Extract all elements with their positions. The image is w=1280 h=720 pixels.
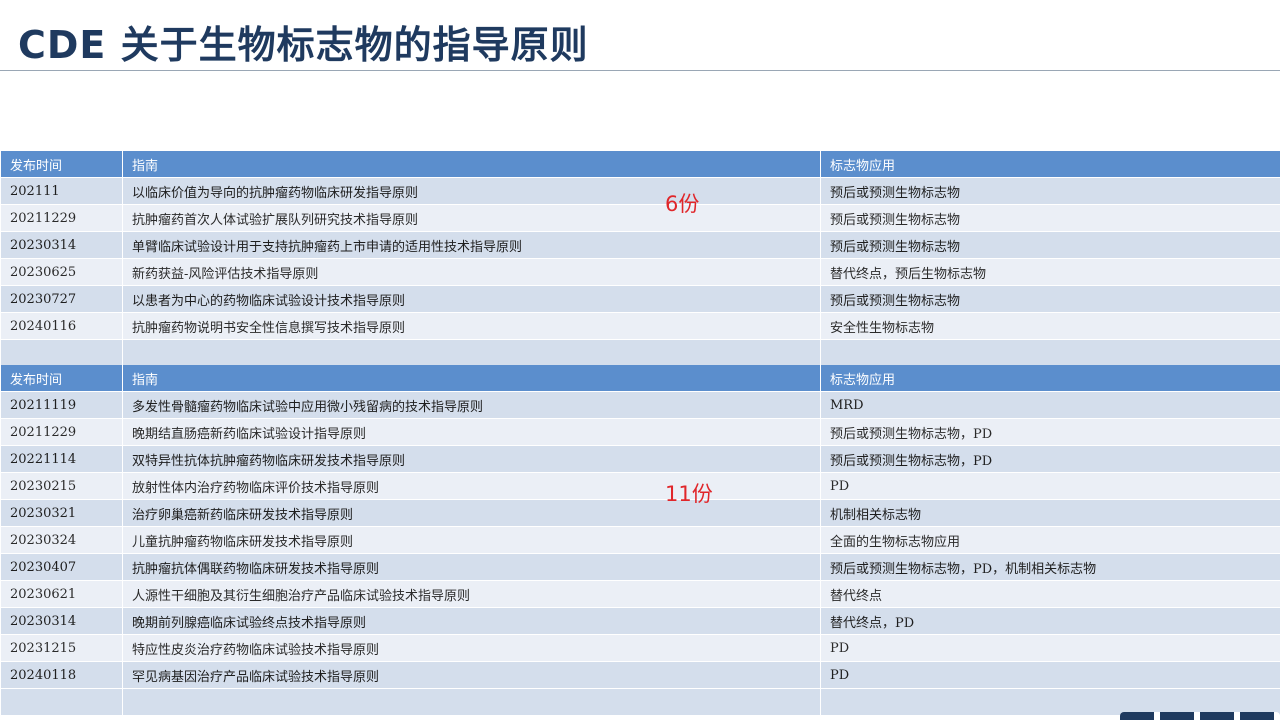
cell-application: 替代终点 xyxy=(820,580,1280,608)
table-row: 20240116 抗肿瘤药物说明书安全性信息撰写技术指导原则 安全性生物标志物 xyxy=(0,312,1280,340)
header-guide: 指南 xyxy=(122,365,821,392)
cell-guide: 儿童抗肿瘤药物临床研发技术指导原则 xyxy=(122,526,821,554)
table-header-row: 发布时间 指南 标志物应用 xyxy=(0,365,1280,392)
blank-row xyxy=(0,688,1280,716)
cell-guide: 治疗卵巢癌新药临床研发技术指导原则 xyxy=(122,499,821,527)
header-application: 标志物应用 xyxy=(820,365,1280,392)
blank-cell xyxy=(122,688,821,716)
title-divider xyxy=(0,70,1280,71)
cell-guide: 抗肿瘤药首次人体试验扩展队列研究技术指导原则 xyxy=(122,204,821,232)
cell-date: 20230321 xyxy=(0,499,123,527)
count-annotation-top: 6份 xyxy=(665,192,700,216)
blank-row xyxy=(0,339,1280,367)
table-row: 20211119 多发性骨髓瘤药物临床试验中应用微小残留病的技术指导原则 MRD xyxy=(0,391,1280,419)
cell-application: 预后或预测生物标志物，PD，机制相关标志物 xyxy=(820,553,1280,581)
cell-guide: 以临床价值为导向的抗肿瘤药物临床研发指导原则 xyxy=(122,177,821,205)
cell-application: 全面的生物标志物应用 xyxy=(820,526,1280,554)
header-application: 标志物应用 xyxy=(820,151,1280,178)
table-header-row: 发布时间 指南 标志物应用 xyxy=(0,151,1280,178)
header-date: 发布时间 xyxy=(0,151,123,178)
table-row: 20230625 新药获益-风险评估技术指导原则 替代终点，预后生物标志物 xyxy=(0,258,1280,286)
cell-guide: 人源性干细胞及其衍生细胞治疗产品临床试验技术指导原则 xyxy=(122,580,821,608)
table-1-body: 202111 以临床价值为导向的抗肿瘤药物临床研发指导原则 预后或预测生物标志物 20… xyxy=(0,177,1280,367)
cell-application: 替代终点，预后生物标志物 xyxy=(820,258,1280,286)
table-row: 20230407 抗肿瘤抗体偶联药物临床研发技术指导原则 预后或预测生物标志物，PD… xyxy=(0,553,1280,581)
cell-date: 20230625 xyxy=(0,258,123,286)
cell-application: 预后或预测生物标志物 xyxy=(820,204,1280,232)
cell-application: PD xyxy=(820,472,1280,500)
table-row: 202111 以临床价值为导向的抗肿瘤药物临床研发指导原则 预后或预测生物标志物 xyxy=(0,177,1280,205)
page-title: CDE 关于生物标志物的指导原则 xyxy=(18,23,589,67)
cell-application: 预后或预测生物标志物 xyxy=(820,177,1280,205)
cell-guide: 多发性骨髓瘤药物临床试验中应用微小残留病的技术指导原则 xyxy=(122,391,821,419)
cell-application: PD xyxy=(820,661,1280,689)
cell-date: 20230621 xyxy=(0,580,123,608)
cell-guide: 晚期前列腺癌临床试验终点技术指导原则 xyxy=(122,607,821,635)
cell-guide: 单臂临床试验设计用于支持抗肿瘤药上市申请的适用性技术指导原则 xyxy=(122,231,821,259)
cell-date: 20211229 xyxy=(0,204,123,232)
table-row: 20230314 晚期前列腺癌临床试验终点技术指导原则 替代终点，PD xyxy=(0,607,1280,635)
table-row: 20230621 人源性干细胞及其衍生细胞治疗产品临床试验技术指导原则 替代终点 xyxy=(0,580,1280,608)
table-2-body: 20211119 多发性骨髓瘤药物临床试验中应用微小残留病的技术指导原则 MRD 20… xyxy=(0,391,1280,716)
cell-date: 20230314 xyxy=(0,607,123,635)
cell-date: 20230324 xyxy=(0,526,123,554)
table-row: 20240118 罕见病基因治疗产品临床试验技术指导原则 PD xyxy=(0,661,1280,689)
cell-guide: 晚期结直肠癌新药临床试验设计指导原则 xyxy=(122,418,821,446)
table-row: 20211229 晚期结直肠癌新药临床试验设计指导原则 预后或预测生物标志物，PD xyxy=(0,418,1280,446)
cell-date: 20230727 xyxy=(0,285,123,313)
cell-application: 替代终点，PD xyxy=(820,607,1280,635)
header-date: 发布时间 xyxy=(0,365,123,392)
table-row: 20230727 以患者为中心的药物临床试验设计技术指导原则 预后或预测生物标志物 xyxy=(0,285,1280,313)
cell-guide: 放射性体内治疗药物临床评价技术指导原则 xyxy=(122,472,821,500)
table-row: 20230321 治疗卵巢癌新药临床研发技术指导原则 机制相关标志物 xyxy=(0,499,1280,527)
blank-cell xyxy=(0,688,123,716)
cell-application: PD xyxy=(820,634,1280,662)
blank-cell xyxy=(820,339,1280,367)
cell-guide: 特应性皮炎治疗药物临床试验技术指导原则 xyxy=(122,634,821,662)
cell-date: 20230215 xyxy=(0,472,123,500)
table-row: 20211229 抗肿瘤药首次人体试验扩展队列研究技术指导原则 预后或预测生物标志物 xyxy=(0,204,1280,232)
footer-decoration xyxy=(1120,712,1280,720)
blank-cell xyxy=(0,339,123,367)
cell-date: 20211119 xyxy=(0,391,123,419)
guidelines-table-2: 发布时间 指南 标志物应用 20211119 多发性骨髓瘤药物临床试验中应用微小残… xyxy=(0,365,1280,716)
cell-guide: 抗肿瘤抗体偶联药物临床研发技术指导原则 xyxy=(122,553,821,581)
cell-guide: 新药获益-风险评估技术指导原则 xyxy=(122,258,821,286)
cell-application: 预后或预测生物标志物，PD xyxy=(820,418,1280,446)
cell-date: 20211229 xyxy=(0,418,123,446)
cell-application: 预后或预测生物标志物 xyxy=(820,231,1280,259)
cell-guide: 罕见病基因治疗产品临床试验技术指导原则 xyxy=(122,661,821,689)
cell-date: 20230314 xyxy=(0,231,123,259)
table-row: 20221114 双特异性抗体抗肿瘤药物临床研发技术指导原则 预后或预测生物标志物，… xyxy=(0,445,1280,473)
cell-application: 安全性生物标志物 xyxy=(820,312,1280,340)
count-annotation-bottom: 11份 xyxy=(665,482,713,506)
table-row: 20230215 放射性体内治疗药物临床评价技术指导原则 PD xyxy=(0,472,1280,500)
table-row: 20230324 儿童抗肿瘤药物临床研发技术指导原则 全面的生物标志物应用 xyxy=(0,526,1280,554)
cell-date: 20221114 xyxy=(0,445,123,473)
guidelines-table-1: 发布时间 指南 标志物应用 202111 以临床价值为导向的抗肿瘤药物临床研发指导… xyxy=(0,151,1280,367)
cell-application: MRD xyxy=(820,391,1280,419)
cell-date: 20230407 xyxy=(0,553,123,581)
cell-guide: 以患者为中心的药物临床试验设计技术指导原则 xyxy=(122,285,821,313)
cell-application: 预后或预测生物标志物 xyxy=(820,285,1280,313)
header-guide: 指南 xyxy=(122,151,821,178)
cell-date: 20240118 xyxy=(0,661,123,689)
cell-application: 机制相关标志物 xyxy=(820,499,1280,527)
cell-date: 20240116 xyxy=(0,312,123,340)
cell-application: 预后或预测生物标志物，PD xyxy=(820,445,1280,473)
table-row: 20230314 单臂临床试验设计用于支持抗肿瘤药上市申请的适用性技术指导原则 预后… xyxy=(0,231,1280,259)
cell-date: 20231215 xyxy=(0,634,123,662)
cell-date: 202111 xyxy=(0,177,123,205)
table-row: 20231215 特应性皮炎治疗药物临床试验技术指导原则 PD xyxy=(0,634,1280,662)
cell-guide: 抗肿瘤药物说明书安全性信息撰写技术指导原则 xyxy=(122,312,821,340)
cell-guide: 双特异性抗体抗肿瘤药物临床研发技术指导原则 xyxy=(122,445,821,473)
blank-cell xyxy=(122,339,821,367)
